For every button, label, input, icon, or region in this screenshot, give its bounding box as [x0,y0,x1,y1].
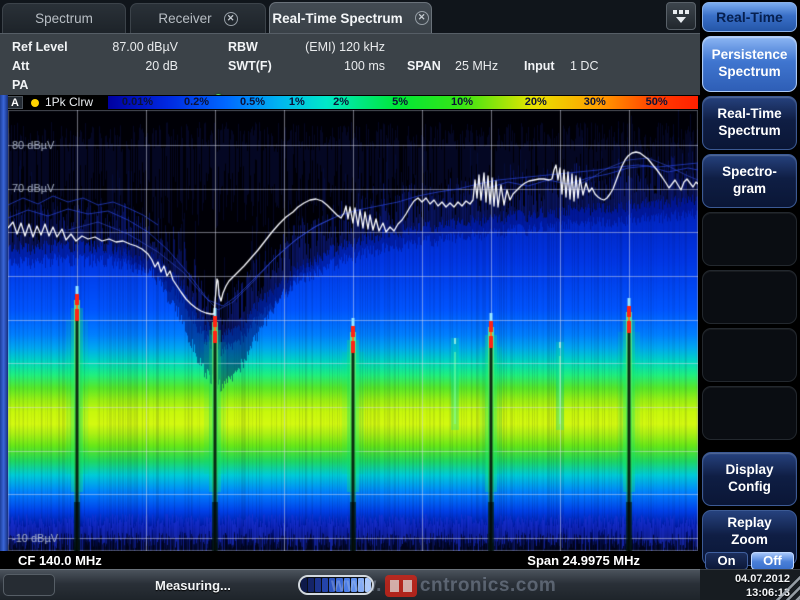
trace-colorbar-row: A 1Pk Clrw 0.01% 0.2% 0.5% 1% 2% 5% 10% 20% 30% 5… [0,95,700,110]
softkey-label: Spectrum [718,64,780,81]
colorbar-label: 0.01% [122,96,153,109]
softkey-label: Replay [727,515,771,532]
active-window-strip [0,95,8,551]
trace-detector-label: 1Pk Clrw [45,95,93,110]
input-label: Input [524,59,555,73]
replay-zoom-on-button[interactable]: On [705,552,748,570]
datetime-panel: 04.07.2012 13:06:13 [700,569,800,600]
span-value[interactable]: 25 MHz [455,59,498,73]
softkey-empty-5[interactable] [702,328,797,382]
colorbar-label: 10% [451,96,473,109]
span-label: SPAN [407,59,441,73]
colorbar-label: 0.2% [184,96,209,109]
center-frequency-value[interactable]: CF 140.0 MHz [18,553,102,568]
att-label: Att [12,59,29,73]
tab-bar: Spectrum Receiver ✕ Real-Time Spectrum ✕ [0,0,700,33]
settings-header: Ref Level 87.00 dBµV Att 20 dB PA RBW (E… [0,33,700,95]
watermark-prefix: www. [331,575,382,597]
colorbar-label: 5% [392,96,408,109]
tab-receiver[interactable]: Receiver ✕ [130,3,266,33]
softkey-label: Display [725,462,773,479]
tab-label: Receiver [158,11,211,26]
ref-level-value[interactable]: 87.00 dBµV [88,40,178,54]
ref-level-label: Ref Level [12,40,68,54]
softkey-label: Persistence [712,47,788,64]
progress-segment [308,578,314,592]
persistence-colorbar: 0.01% 0.2% 0.5% 1% 2% 5% 10% 20% 30% 50% [108,96,698,109]
window-grid-icon [673,10,689,14]
swt-value[interactable]: 100 ms [252,59,385,73]
display-menu-button[interactable] [666,2,696,30]
softkey-label: gram [733,181,766,198]
softkey-realtimespectrum[interactable]: Real-TimeSpectrum [702,96,797,150]
replay-zoom-toggle: OnOff [705,552,794,570]
colorbar-label: 1% [289,96,305,109]
softkey-persistencespectrum[interactable]: PersistenceSpectrum [702,36,797,92]
tab-real-time-spectrum[interactable]: Real-Time Spectrum ✕ [269,2,432,33]
softkey-replayzoom[interactable]: ReplayZoomOnOff [702,510,797,566]
watermark: www. cntronics.com [331,573,556,599]
close-icon[interactable]: ✕ [224,12,238,26]
softkey-displayconfig[interactable]: DisplayConfig [702,452,797,506]
softkey-spectrogram[interactable]: Spectro-gram [702,154,797,208]
softkey-empty-6[interactable] [702,386,797,440]
span-readout-value[interactable]: Span 24.9975 MHz [527,553,640,568]
chevron-down-icon [676,17,686,23]
spectrum-analyzer-app: Spectrum Receiver ✕ Real-Time Spectrum ✕ Ref… [0,0,800,600]
frequency-axis-bar: CF 140.0 MHz Span 24.9975 MHz [8,551,698,569]
spectrum-display[interactable] [8,110,698,551]
status-left-panel [3,574,55,596]
window-label: A [7,96,23,109]
softkey-label: Spectro- [722,164,777,181]
colorbar-label: 50% [646,96,668,109]
softkey-sidebar: Real-Time PersistenceSpectrumReal-TimeSp… [700,0,800,600]
date-value: 04.07.2012 [700,573,790,587]
watermark-logo [385,575,417,597]
measuring-status-text: Measuring... [155,570,231,600]
colorbar-label: 20% [525,96,547,109]
colorbar-label: 2% [333,96,349,109]
trace-marker-dot-icon [31,99,39,107]
softkey-menu-title: Real-Time [702,2,797,32]
softkey-label: Spectrum [718,123,780,140]
softkey-empty-4[interactable] [702,270,797,324]
softkey-label: Config [728,479,771,496]
att-value[interactable]: 20 dB [88,59,178,73]
close-icon[interactable]: ✕ [415,11,429,25]
tab-label: Real-Time Spectrum [272,11,402,26]
rbw-value[interactable]: (EMI) 120 kHz [252,40,385,54]
colorbar-label: 0.5% [240,96,265,109]
softkey-empty-3[interactable] [702,212,797,266]
preamp-label: PA [12,78,28,92]
progress-segment [322,578,328,592]
progress-segment [315,578,321,592]
softkey-label: Zoom [731,532,768,549]
softkey-label: Real-Time [717,106,781,123]
progress-segment [301,578,307,592]
replay-zoom-off-button[interactable]: Off [751,552,794,570]
tab-spectrum[interactable]: Spectrum [2,3,126,33]
status-bar: Measuring... www. cntronics.com [0,569,700,600]
colorbar-label: 30% [584,96,606,109]
tab-label: Spectrum [35,11,93,26]
input-value[interactable]: 1 DC [570,59,598,73]
watermark-text: cntronics.com [420,575,556,597]
